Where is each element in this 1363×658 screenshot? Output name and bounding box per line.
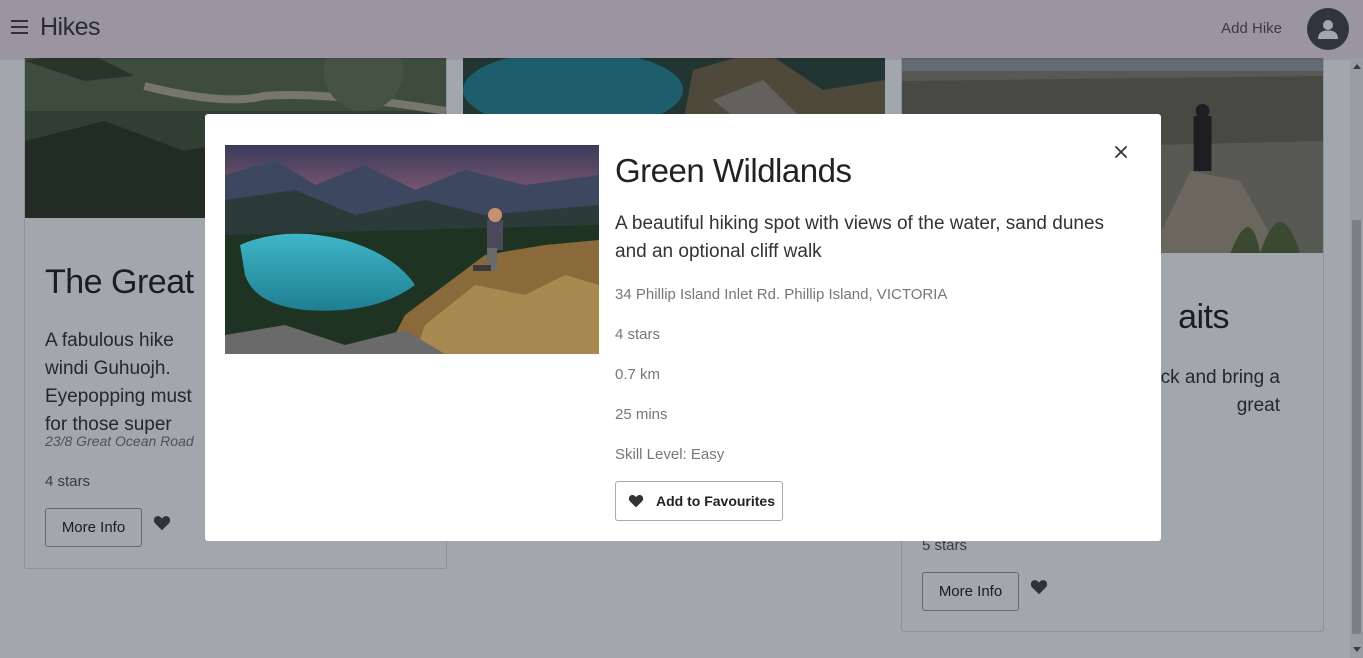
hike-detail-duration: 25 mins <box>615 406 668 423</box>
hike-detail-title: Green Wildlands <box>615 152 852 189</box>
add-to-favourites-button[interactable]: Add to Favourites <box>615 481 783 521</box>
add-to-favourites-label: Add to Favourites <box>656 493 776 509</box>
hike-detail-description: A beautiful hiking spot with views of th… <box>615 213 1105 262</box>
hike-detail-rating: 4 stars <box>615 326 661 343</box>
close-icon[interactable] <box>1113 144 1129 160</box>
heart-icon <box>628 494 644 508</box>
hike-detail-image <box>225 145 599 354</box>
hike-detail-modal: Green Wildlands A beautiful hiking spot … <box>205 114 1161 541</box>
hike-detail-address: 34 Phillip Island Inlet Rd. Phillip Isla… <box>615 286 948 303</box>
hike-detail-skill-level: Skill Level: Easy <box>615 446 725 463</box>
hike-detail-distance: 0.7 km <box>615 366 661 383</box>
